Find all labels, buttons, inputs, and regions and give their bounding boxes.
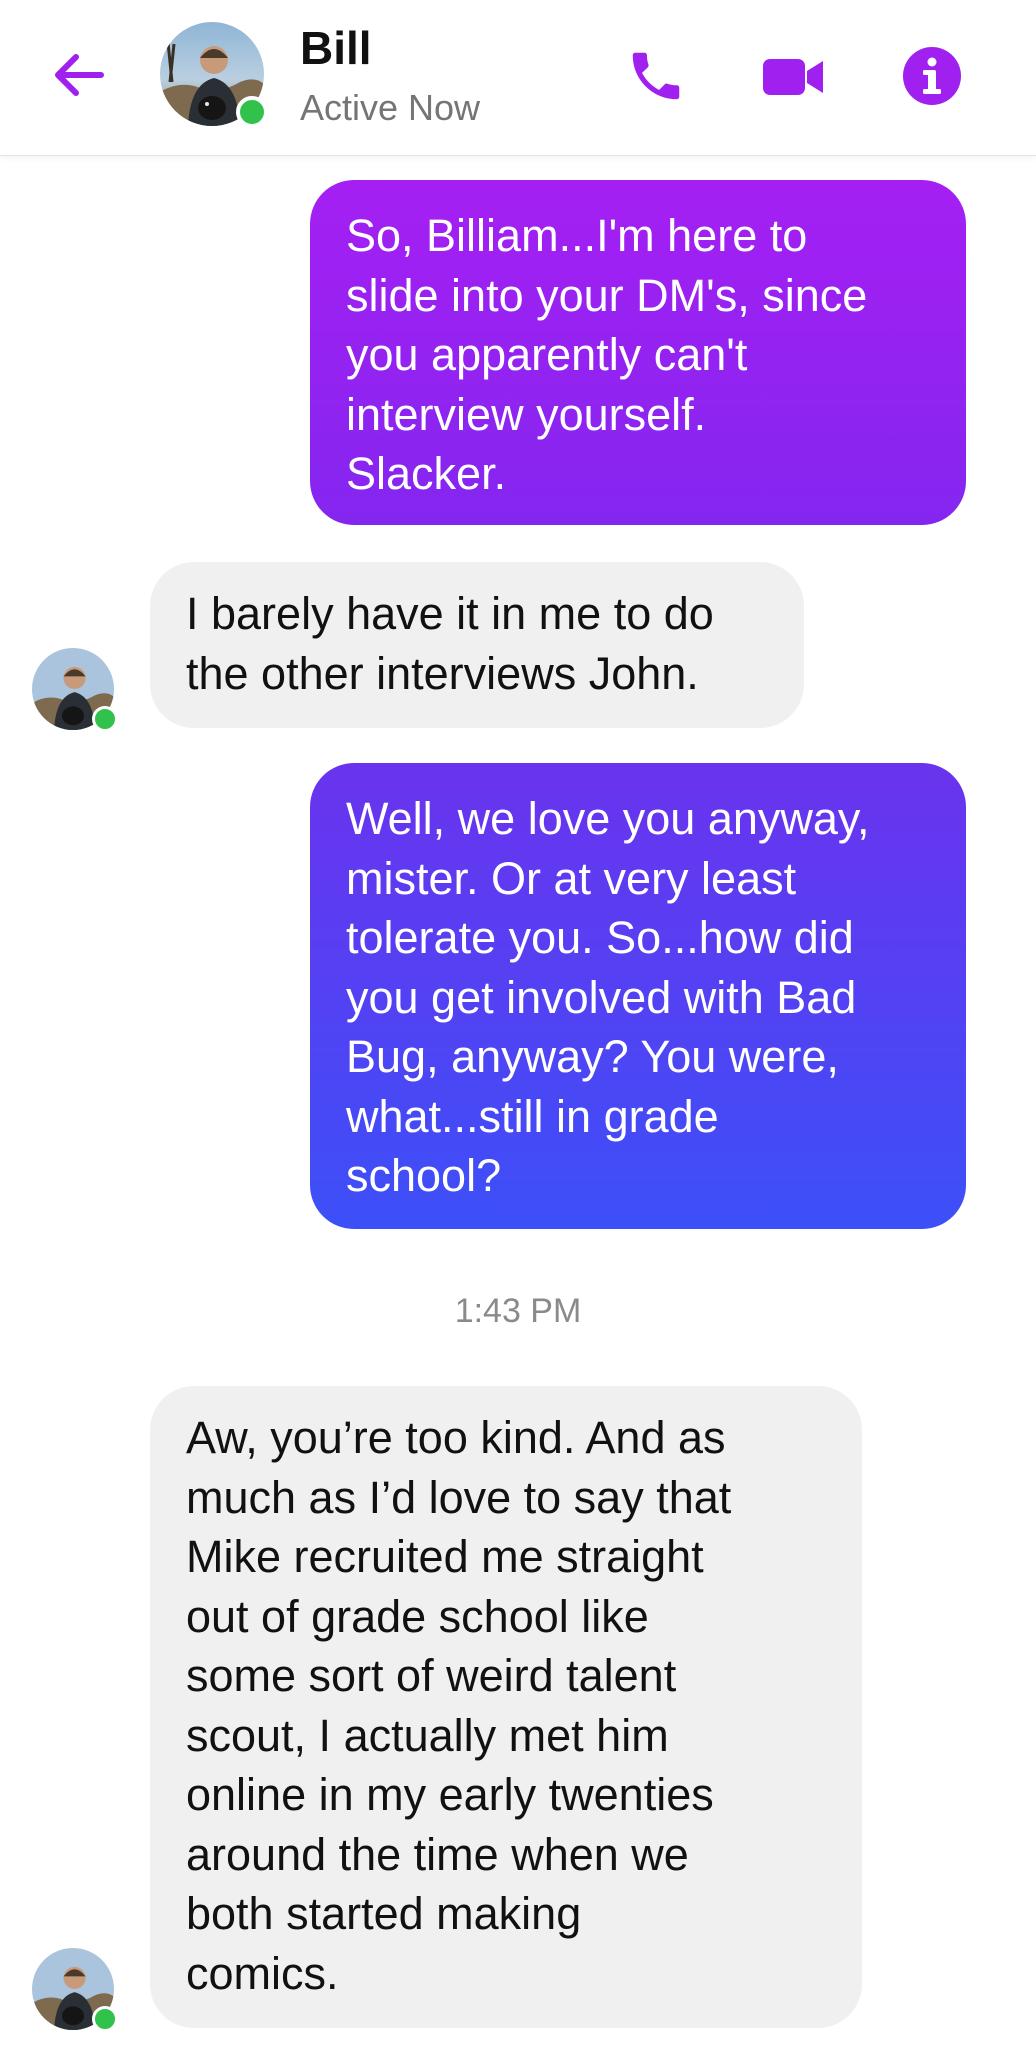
message-text-line: online in my early twenties <box>186 1769 714 1820</box>
active-status-dot <box>92 706 118 732</box>
active-status-dot <box>236 96 268 128</box>
video-call-button[interactable] <box>756 38 832 114</box>
message-text-line: both started making <box>186 1888 582 1939</box>
message-text-line: school? <box>346 1150 502 1201</box>
message-text-line: Bug, anyway? You were, <box>346 1031 839 1082</box>
phone-icon <box>632 52 680 100</box>
message-text-line: what...still in grade <box>346 1090 719 1142</box>
message-text-line: some sort of weird talent <box>186 1650 677 1701</box>
message-text-line: So, Billiam...I'm here to <box>346 210 808 261</box>
active-status-dot <box>92 2006 118 2032</box>
active-status-text: Active Now <box>300 87 481 128</box>
message-text-line: comics. <box>186 1947 339 1999</box>
sent-message-bubble[interactable]: Well, we love you anyway, mister. Or at … <box>310 763 966 1229</box>
message-text-line: I barely have it in me to do <box>186 588 714 639</box>
sender-avatar[interactable] <box>32 648 118 732</box>
message-text-line: Mike recruited me straight <box>186 1531 704 1582</box>
message-text-line: you apparently can't <box>346 329 748 380</box>
conversation-info-button[interactable] <box>894 38 970 114</box>
message-text-line: Slacker. <box>346 448 507 499</box>
message-text-line: you get involved with Bad <box>346 971 857 1023</box>
contact-name[interactable]: Bill <box>300 20 372 76</box>
received-message-bubble[interactable]: I barely have it in me to do the other i… <box>150 562 804 728</box>
message-text-line: scout, I actually met him <box>186 1709 669 1761</box>
message-text-line: much as I’d love to say that <box>186 1471 732 1523</box>
message-text-line: interview yourself. <box>346 388 707 440</box>
message-text-line: out of grade school like <box>186 1590 649 1642</box>
message-text-line: the other interviews John. <box>186 647 699 699</box>
message-text-line: mister. Or at very least <box>346 852 797 904</box>
message-text-line: slide into your DM's, since <box>346 269 868 321</box>
voice-call-button[interactable] <box>618 38 694 114</box>
message-text-line: Aw, you’re too kind. And as <box>186 1412 726 1463</box>
contact-avatar[interactable] <box>160 22 268 128</box>
back-button[interactable] <box>44 40 114 110</box>
sender-avatar[interactable] <box>32 1948 118 2032</box>
message-text-line: tolerate you. So...how did <box>346 912 854 963</box>
info-icon <box>903 47 961 105</box>
received-message-bubble[interactable]: Aw, you’re too kind. And as much as I’d … <box>150 1386 862 2028</box>
conversation-header: Bill Active Now <box>0 0 1036 156</box>
message-text-line: Well, we love you anyway, <box>346 793 870 844</box>
message-text-line: around the time when we <box>186 1828 689 1880</box>
video-camera-icon <box>763 59 823 95</box>
message-timestamp: 1:43 PM <box>454 1292 582 1330</box>
back-arrow-icon <box>55 54 104 96</box>
sent-message-bubble[interactable]: So, Billiam...I'm here to slide into you… <box>310 180 966 525</box>
